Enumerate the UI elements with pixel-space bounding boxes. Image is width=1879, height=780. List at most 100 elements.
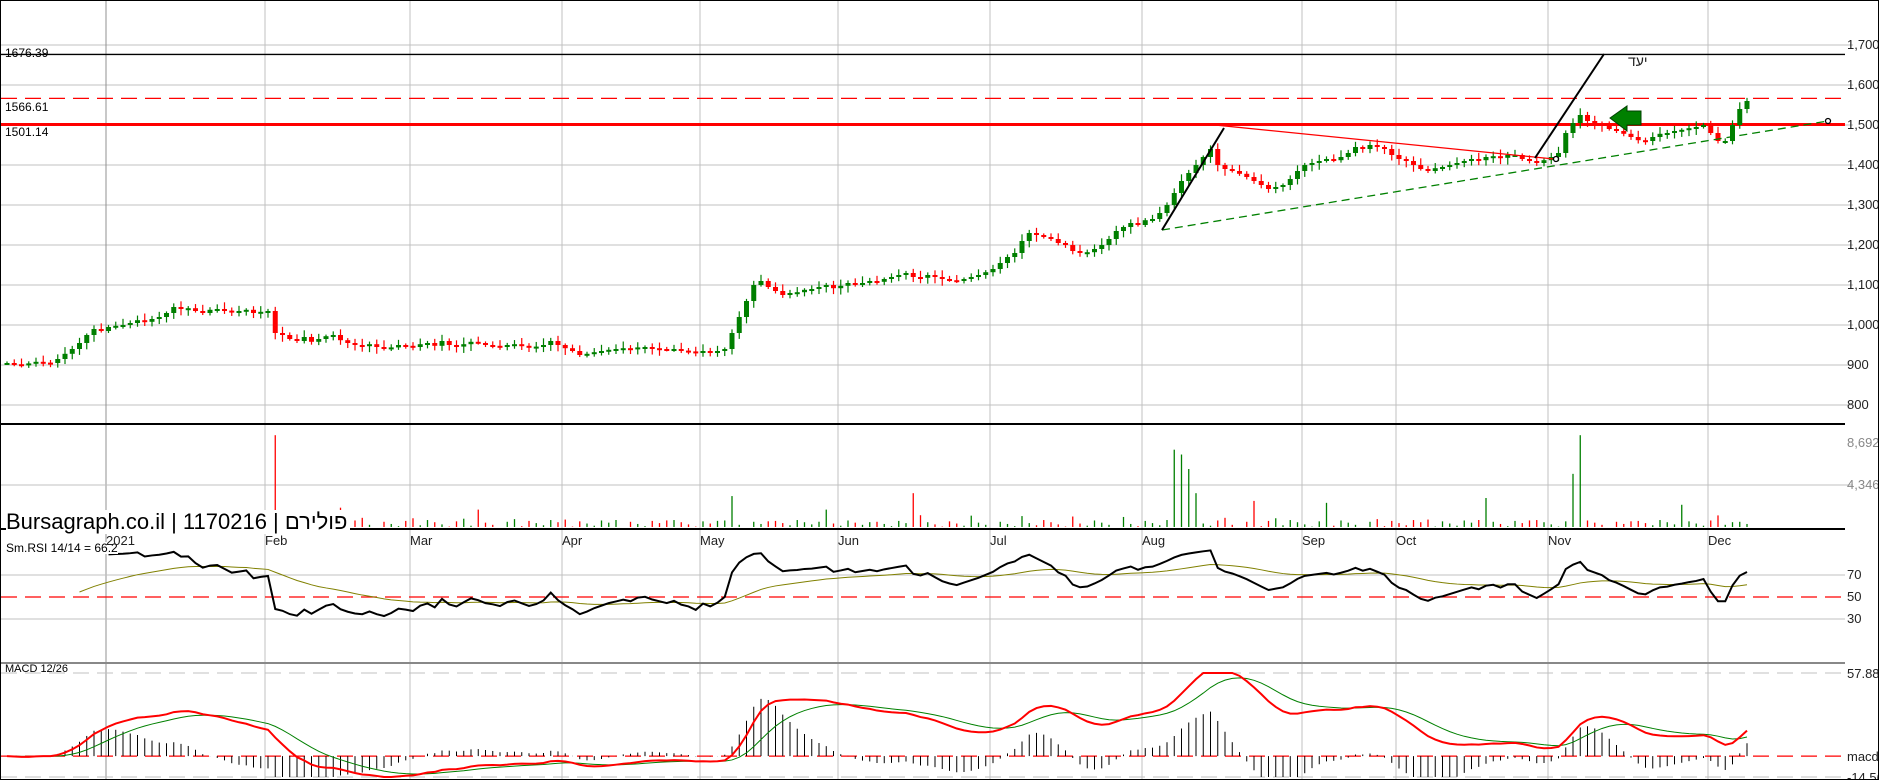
candle-body [1345, 153, 1351, 157]
candle-body [33, 361, 39, 364]
candle-body [1527, 159, 1532, 161]
candle-body [1331, 159, 1337, 161]
candle-body [867, 281, 873, 283]
candle-body [1628, 133, 1634, 137]
candle-body [11, 363, 17, 365]
candle-body [773, 287, 778, 291]
candle-body [403, 345, 409, 347]
candle-body [1541, 160, 1547, 163]
candle-body [1034, 233, 1039, 235]
candle-body [1374, 145, 1380, 147]
candle-body [1092, 249, 1097, 253]
candle-body [454, 345, 459, 347]
candle-body [55, 359, 61, 363]
candle-body [1179, 181, 1184, 193]
month-label: Aug [1142, 533, 1166, 548]
level-label-1676: 1676.39 [5, 46, 49, 60]
candle-body [976, 275, 981, 277]
candle-body [1570, 123, 1576, 133]
candle-body [1222, 165, 1228, 169]
candle-body [1309, 163, 1315, 165]
chart-canvas[interactable] [1, 1, 1879, 780]
macd-label: MACD 12/26 [5, 663, 68, 675]
candle-body [548, 341, 554, 345]
candle-body [700, 351, 706, 353]
candle-body [19, 364, 24, 367]
candle-body [823, 285, 829, 287]
candle-body [1476, 159, 1482, 161]
candle-body [533, 346, 539, 349]
month-label: Oct [1396, 533, 1417, 548]
candle-body [1135, 223, 1141, 225]
candle-body [968, 277, 974, 279]
candle-body [1164, 205, 1170, 213]
candle-body [1302, 165, 1308, 171]
candle-body [48, 362, 53, 365]
candle-body [831, 285, 836, 289]
candle-body [200, 311, 206, 313]
candle-body [345, 340, 351, 343]
candle-body [410, 345, 416, 348]
candle-body [1672, 131, 1677, 133]
candle-body [947, 279, 952, 281]
candle-body [1171, 193, 1177, 205]
candle-body [1498, 156, 1503, 159]
candle-body [997, 263, 1003, 269]
candle-body [1614, 129, 1619, 131]
candle-body [425, 343, 430, 345]
price-tick-label: 1,300 [1847, 197, 1879, 212]
month-label: Sep [1302, 533, 1326, 548]
candle-body [1505, 155, 1511, 158]
candle-body [686, 350, 691, 353]
candle-body [1643, 140, 1648, 143]
candle-body [1396, 155, 1402, 159]
candle-body [1469, 159, 1474, 161]
candle-body [1121, 227, 1126, 231]
candle-body [881, 279, 887, 282]
candle-body [1461, 161, 1467, 163]
candle-body [1664, 133, 1670, 135]
candle-body [1367, 145, 1373, 149]
candle-body [294, 339, 300, 341]
month-label: 2021 [106, 533, 135, 548]
candle-body [359, 345, 365, 347]
candle-body [1287, 179, 1293, 185]
candle-body [1019, 241, 1025, 253]
candle-body [990, 269, 996, 273]
candle-body [765, 281, 771, 287]
candle-body [1041, 235, 1047, 237]
candle-body [874, 281, 880, 283]
candle-body [1157, 213, 1163, 219]
candle-body [1389, 149, 1395, 155]
candle-body [1244, 173, 1250, 177]
volume-tick-label: 4,346 [1847, 477, 1879, 492]
candle-body [1737, 109, 1743, 125]
candle-body [780, 291, 786, 295]
candle-body [91, 329, 97, 335]
candle-body [1215, 149, 1221, 165]
candle-body [1150, 219, 1155, 221]
candle-body [1113, 231, 1119, 239]
macd-tick-label: -14.56 [1847, 770, 1878, 780]
candle-body [1142, 220, 1148, 225]
candle-body [98, 329, 104, 331]
candle-body [1425, 169, 1431, 171]
candle-body [570, 348, 575, 351]
breakout-line [1161, 127, 1225, 231]
candle-body [222, 309, 227, 311]
candle-body [983, 272, 989, 275]
candle-body [729, 333, 735, 349]
level-label-1566: 1566.61 [5, 100, 49, 114]
candle-body [156, 317, 162, 319]
price-tick-label: 1,600 [1847, 77, 1879, 92]
candle-body [1418, 165, 1424, 169]
rsi-tick-label: 70 [1847, 567, 1862, 582]
candle-body [606, 349, 612, 352]
candle-body [657, 348, 662, 351]
candle-body [584, 353, 590, 356]
candle-body [1585, 115, 1590, 121]
candle-body [1005, 257, 1010, 263]
price-tick-label: 1,500 [1847, 117, 1879, 132]
candle-body [1650, 137, 1656, 141]
month-label: Jul [990, 533, 1007, 548]
